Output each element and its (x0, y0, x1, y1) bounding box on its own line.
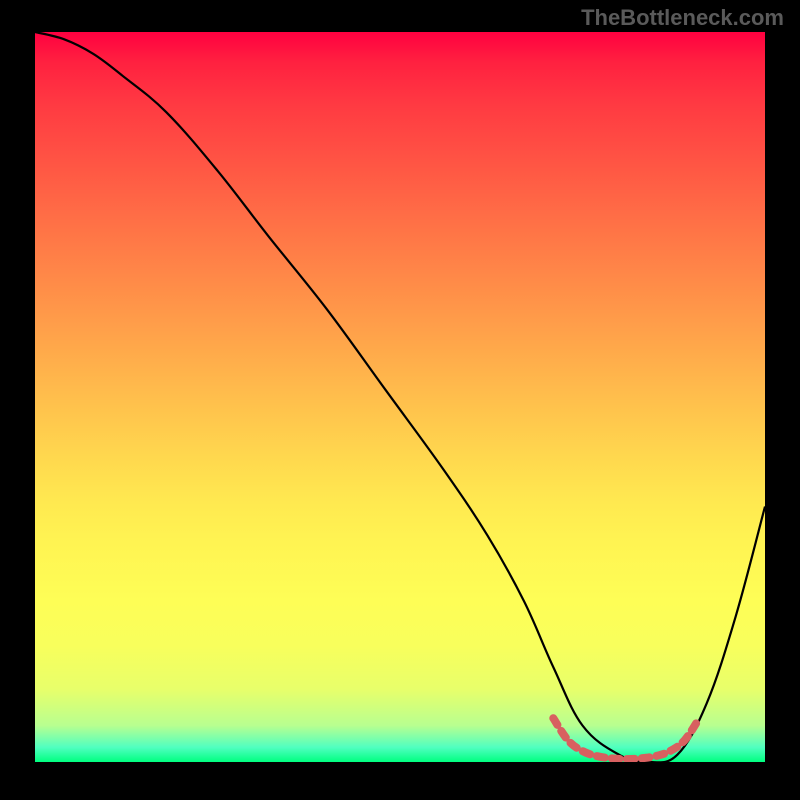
optimal-zone-path (553, 718, 699, 759)
chart-plot-area (35, 32, 765, 762)
bottleneck-curve-path (35, 32, 765, 762)
watermark-label: TheBottleneck.com (581, 5, 784, 31)
bottleneck-chart (35, 32, 765, 762)
